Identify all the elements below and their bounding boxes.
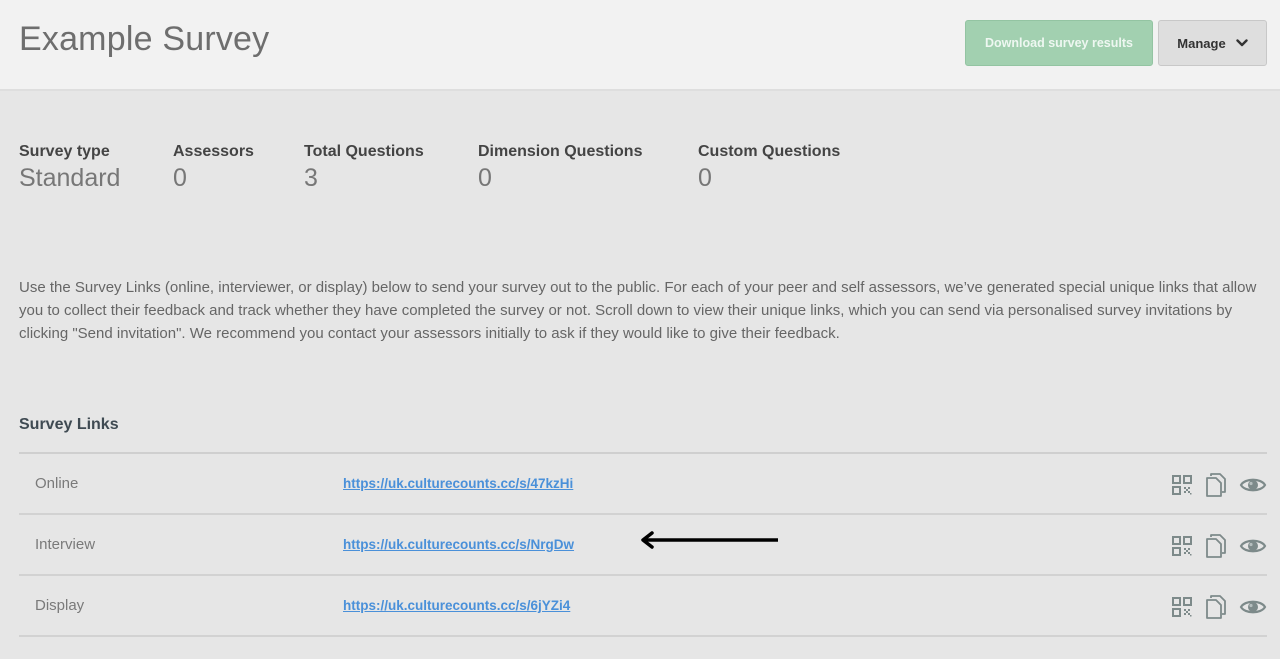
download-survey-results-button[interactable]: Download survey results bbox=[965, 20, 1153, 66]
stat-value: 3 bbox=[304, 164, 318, 192]
row-actions bbox=[1171, 472, 1267, 498]
manage-dropdown-button[interactable]: Manage bbox=[1158, 20, 1267, 66]
stat-label: Survey type bbox=[19, 143, 110, 160]
stat-value: 0 bbox=[173, 164, 187, 192]
page-title: Example Survey bbox=[19, 20, 270, 58]
stat-custom-questions: Custom Questions 0 bbox=[698, 143, 840, 193]
survey-link-row-online: Online https://uk.culturecounts.cc/s/47k… bbox=[19, 454, 1267, 515]
stat-value: 0 bbox=[698, 164, 712, 192]
stat-label: Total Questions bbox=[304, 143, 424, 160]
stat-total-questions: Total Questions 3 bbox=[304, 143, 424, 193]
intro-text: Use the Survey Links (online, interviewe… bbox=[19, 279, 1257, 342]
preview-eye-icon[interactable] bbox=[1239, 597, 1267, 617]
preview-eye-icon[interactable] bbox=[1239, 475, 1267, 495]
stat-dimension-questions: Dimension Questions 0 bbox=[478, 143, 642, 193]
row-actions bbox=[1171, 533, 1267, 559]
stat-label: Dimension Questions bbox=[478, 143, 643, 160]
preview-eye-icon[interactable] bbox=[1239, 536, 1267, 556]
row-actions bbox=[1171, 594, 1267, 620]
qr-code-icon[interactable] bbox=[1171, 596, 1193, 618]
annotation-arrow-icon bbox=[641, 531, 778, 549]
manage-label: Manage bbox=[1177, 35, 1226, 51]
copy-icon[interactable] bbox=[1205, 472, 1227, 498]
survey-link-url[interactable]: https://uk.culturecounts.cc/s/NrgDw bbox=[343, 537, 574, 552]
stat-label: Custom Questions bbox=[698, 143, 841, 160]
qr-code-icon[interactable] bbox=[1171, 474, 1193, 496]
page-header: Example Survey Download survey results M… bbox=[0, 0, 1280, 91]
stat-assessors: Assessors 0 bbox=[173, 143, 254, 193]
stat-survey-type: Survey type Standard bbox=[19, 143, 120, 193]
stat-value: 0 bbox=[478, 164, 492, 192]
copy-icon[interactable] bbox=[1205, 594, 1227, 620]
survey-link-url[interactable]: https://uk.culturecounts.cc/s/6jYZi4 bbox=[343, 598, 570, 613]
link-type-label: Display bbox=[35, 597, 85, 614]
chevron-down-icon bbox=[1236, 39, 1248, 47]
stat-label: Assessors bbox=[173, 143, 254, 160]
link-type-label: Online bbox=[35, 475, 79, 492]
survey-link-row-display: Display https://uk.culturecounts.cc/s/6j… bbox=[19, 576, 1267, 637]
stat-value: Standard bbox=[19, 164, 121, 192]
copy-icon[interactable] bbox=[1205, 533, 1227, 559]
survey-links-heading: Survey Links bbox=[19, 416, 119, 433]
link-type-label: Interview bbox=[35, 536, 96, 553]
survey-link-url[interactable]: https://uk.culturecounts.cc/s/47kzHi bbox=[343, 476, 573, 491]
qr-code-icon[interactable] bbox=[1171, 535, 1193, 557]
